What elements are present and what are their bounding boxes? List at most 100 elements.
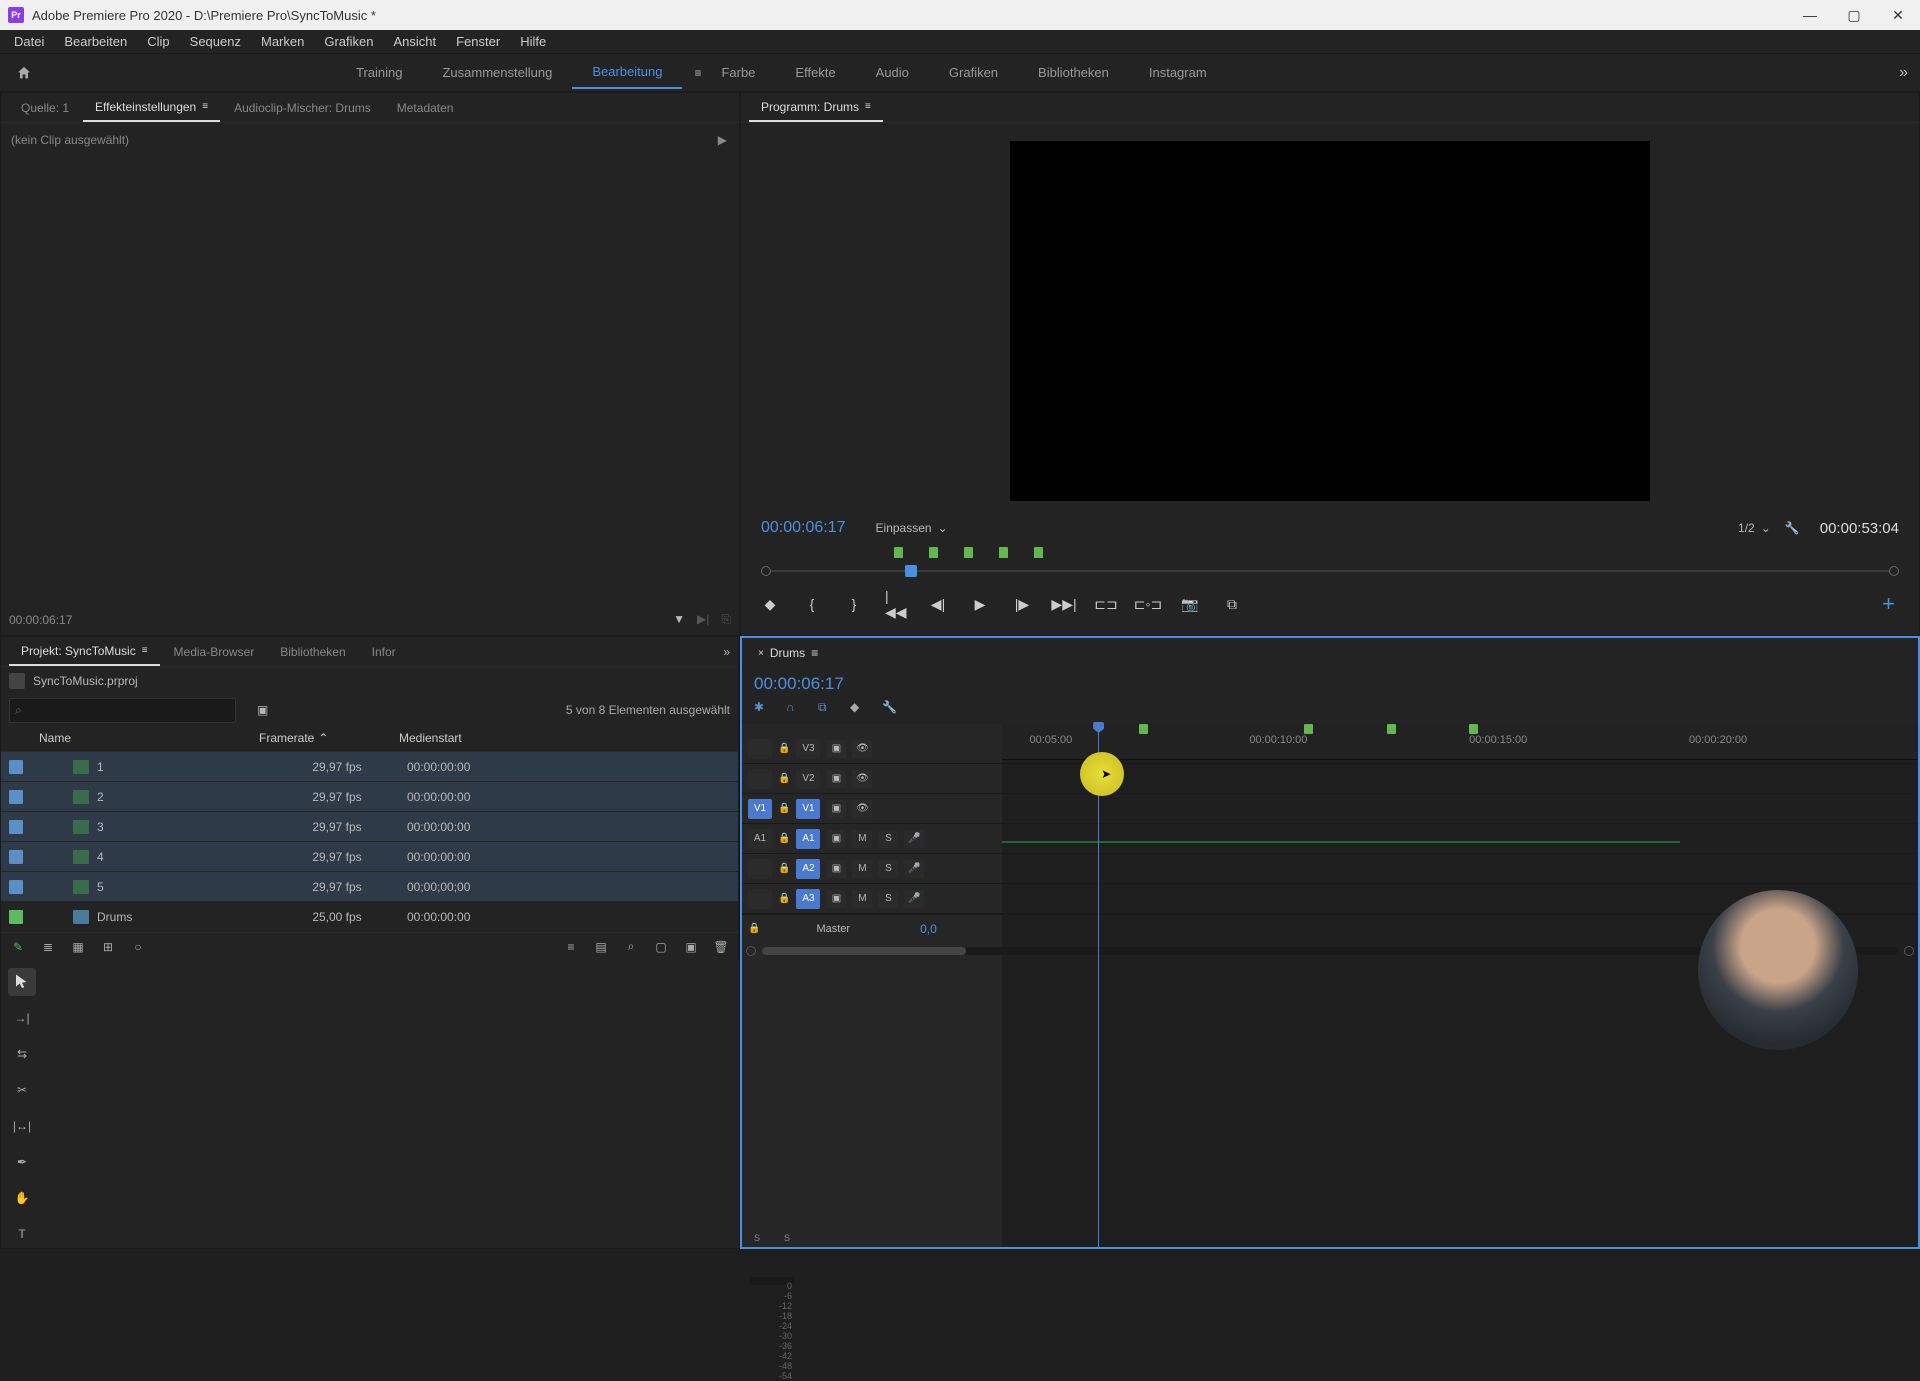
play-button[interactable]: ▶ [969,593,991,615]
label-color-swatch[interactable] [9,820,23,834]
solo-button[interactable]: S [878,830,898,848]
sync-lock-icon[interactable]: ▣ [826,740,846,758]
label-color-swatch[interactable] [9,910,23,924]
slip-tool[interactable]: |↔| [8,1112,36,1140]
mute-button[interactable]: M [852,830,872,848]
workspace-tab-menu-icon[interactable]: ≡ [694,66,701,80]
close-tab-icon[interactable]: × [758,648,764,659]
razor-tool[interactable]: ✂ [8,1076,36,1104]
menu-sequenz[interactable]: Sequenz [180,30,251,53]
new-bin-icon[interactable]: ▢ [652,938,670,956]
lock-icon[interactable]: 🔒 [778,833,790,844]
workspace-tab-audio[interactable]: Audio [856,57,929,88]
only-play-icon[interactable]: ▶| [697,612,709,627]
label-color-swatch[interactable] [9,790,23,804]
trash-icon[interactable]: 🗑 [712,938,730,956]
program-timecode[interactable]: 00:00:06:17 [761,519,846,537]
program-marker-bar[interactable] [749,545,1911,561]
workspace-tab-bearbeitung[interactable]: Bearbeitung [572,56,682,89]
sort-icon[interactable]: ≡ [562,938,580,956]
track-label[interactable]: V3 [796,739,820,759]
label-color-swatch[interactable] [9,760,23,774]
add-marker-button[interactable]: ◆ [759,593,781,615]
freeform-view-icon[interactable]: ⊞ [99,938,117,956]
new-bin-icon[interactable]: ▣ [257,703,268,717]
zoom-in-handle[interactable] [1904,946,1914,956]
timeline-marker[interactable] [1304,724,1313,734]
add-marker-icon[interactable]: ◆ [850,700,868,718]
scrub-end-handle[interactable] [1889,566,1899,576]
project-item-row[interactable]: 129,97 fps00:00:00:00 [1,752,738,782]
mark-in-button[interactable]: { [801,593,823,615]
hand-tool[interactable]: ✋ [8,1184,36,1212]
tab-bibliotheken[interactable]: Bibliotheken [268,639,357,665]
tab-info[interactable]: Infor [360,639,408,665]
track-label[interactable]: A3 [796,889,820,909]
project-item-row[interactable]: 229,97 fps00:00:00:00 [1,782,738,812]
extract-button[interactable]: ⊏◦⊐ [1137,593,1159,615]
source-patch[interactable] [748,859,772,879]
label-color-swatch[interactable] [9,850,23,864]
menu-hilfe[interactable]: Hilfe [510,30,556,53]
new-item-icon[interactable]: ▣ [682,938,700,956]
solo-left[interactable]: S [754,1233,760,1243]
lift-button[interactable]: ⊏⊐ [1095,593,1117,615]
project-item-row[interactable]: Drums25,00 fps00:00:00:00 [1,902,738,932]
tab-metadaten[interactable]: Metadaten [385,95,466,121]
lock-icon[interactable]: 🔒 [778,803,790,814]
nest-toggle-icon[interactable]: ✱ [754,700,772,718]
export-frame-button[interactable]: 📷 [1179,593,1201,615]
menu-fenster[interactable]: Fenster [446,30,510,53]
search-input[interactable] [9,698,236,723]
timeline-marker[interactable] [1387,724,1396,734]
menu-datei[interactable]: Datei [4,30,54,53]
workspace-tab-training[interactable]: Training [336,57,422,88]
source-patch[interactable] [748,739,772,759]
zoom-slider-icon[interactable]: ○ [129,938,147,956]
filter-icon[interactable]: ▼ [673,612,685,627]
panel-menu-icon[interactable]: ≡ [142,645,148,656]
linked-selection-icon[interactable]: ⧉ [818,700,836,718]
solo-right[interactable]: S [784,1233,790,1243]
panel-overflow-icon[interactable]: » [723,645,730,659]
scrub-start-handle[interactable] [761,566,771,576]
sync-lock-icon[interactable]: ▣ [826,860,846,878]
track-select-tool[interactable]: →| [8,1004,36,1032]
menu-marken[interactable]: Marken [251,30,314,53]
source-patch[interactable]: V1 [748,799,772,819]
source-patch[interactable]: A1 [748,829,772,849]
workspace-tab-bibliotheken[interactable]: Bibliotheken [1018,57,1129,88]
toggle-output-icon[interactable]: 👁 [852,800,872,818]
panel-menu-icon[interactable]: ≡ [202,101,208,112]
pen-tool[interactable]: ✒ [8,1148,36,1176]
sync-lock-icon[interactable]: ▣ [826,830,846,848]
workspace-overflow-icon[interactable]: » [1899,64,1908,82]
lock-icon[interactable]: 🔒 [778,893,790,904]
wrench-icon[interactable]: 🔧 [882,700,900,718]
find-icon[interactable]: ⌕ [622,938,640,956]
type-tool[interactable]: T [8,1220,36,1248]
panel-menu-icon[interactable]: ≡ [865,101,871,112]
timeline-marker[interactable] [1469,724,1478,734]
mark-out-button[interactable]: } [843,593,865,615]
lock-icon[interactable]: 🔒 [778,743,790,754]
voiceover-record-icon[interactable]: 🎤 [904,830,924,848]
menu-bearbeiten[interactable]: Bearbeiten [54,30,137,53]
export-frame-icon[interactable]: ⎘ [721,612,731,627]
lock-icon[interactable]: 🔒 [748,923,760,934]
solo-button[interactable]: S [878,860,898,878]
source-patch[interactable] [748,769,772,789]
tab-effekteinstellungen[interactable]: Effekteinstellungen ≡ [83,94,220,122]
mute-button[interactable]: M [852,860,872,878]
list-view-icon[interactable]: ≣ [39,938,57,956]
sync-lock-icon[interactable]: ▣ [826,890,846,908]
column-framerate[interactable]: Framerate ⌃ [259,731,399,745]
workspace-tab-farbe[interactable]: Farbe [701,57,775,88]
master-value[interactable]: 0,0 [920,922,937,936]
ripple-edit-tool[interactable]: ⇆ [8,1040,36,1068]
project-item-row[interactable]: 429,97 fps00:00:00:00 [1,842,738,872]
track-label[interactable]: V1 [796,799,820,819]
workspace-tab-grafiken[interactable]: Grafiken [929,57,1018,88]
toggle-output-icon[interactable]: 👁 [852,740,872,758]
playhead[interactable] [1098,724,1099,1247]
